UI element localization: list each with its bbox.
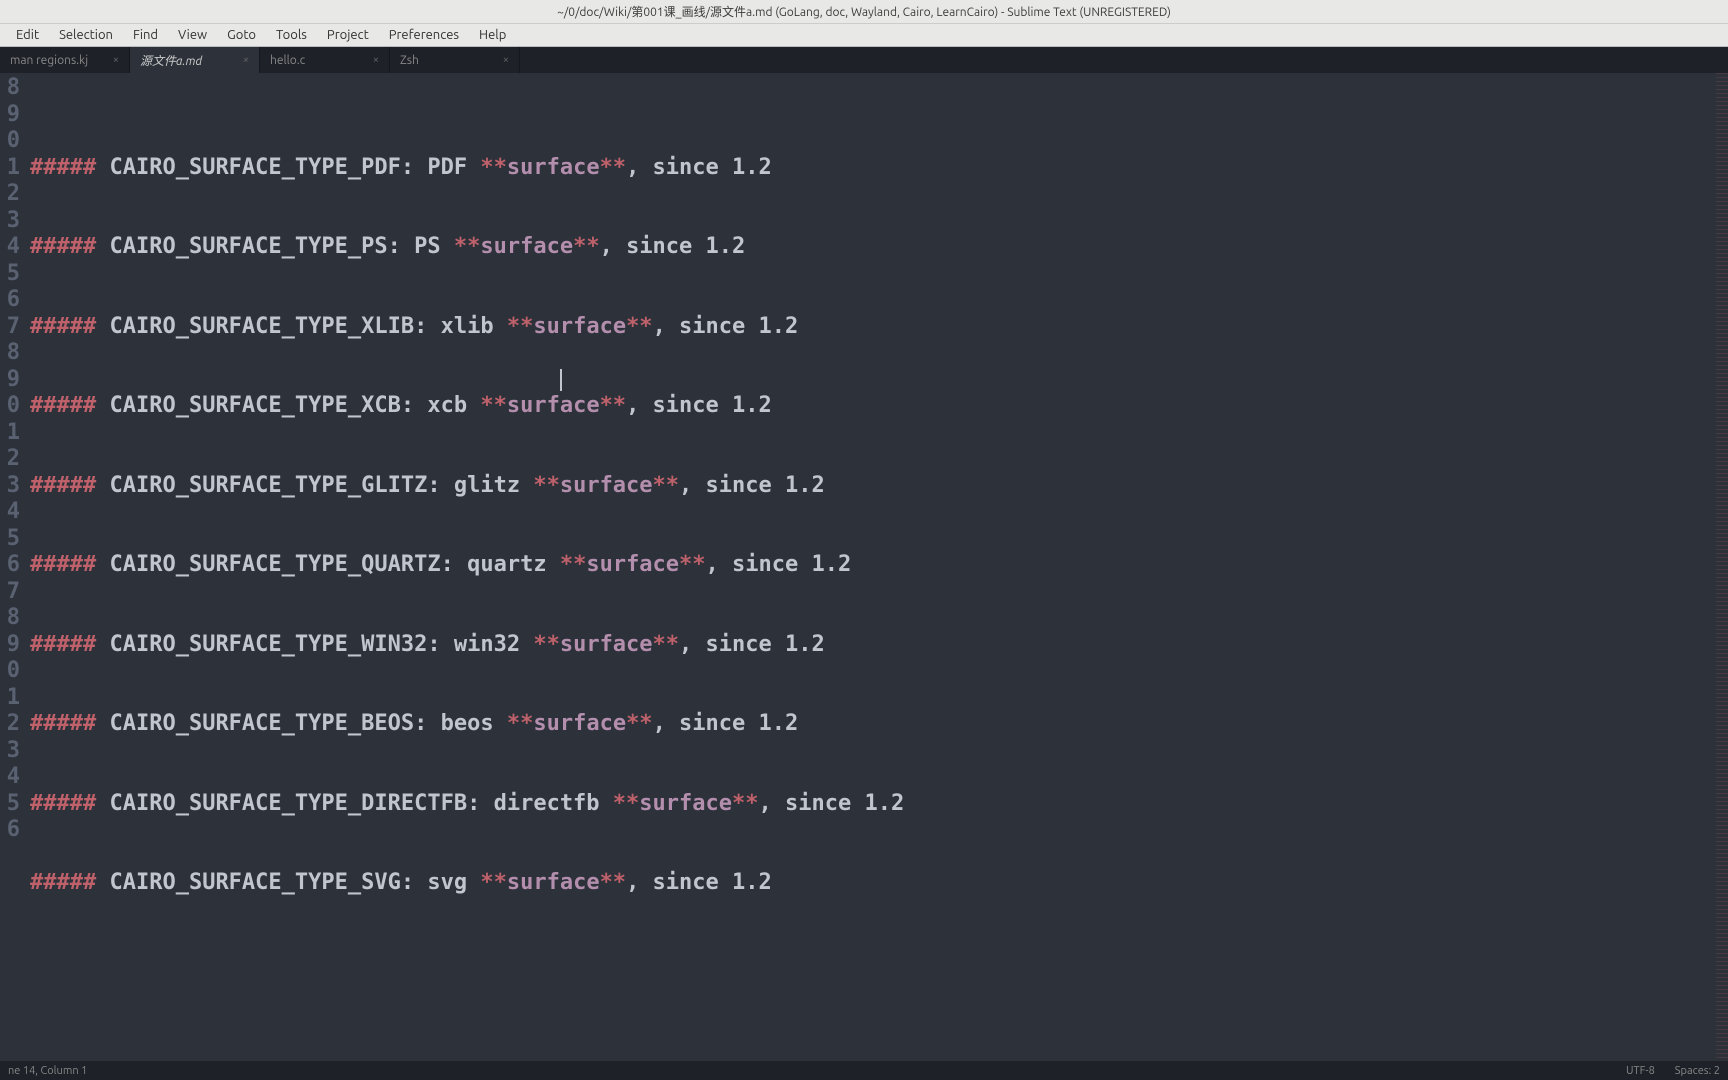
status-bar: ne 14, Column 1 UTF-8 Spaces: 2 xyxy=(0,1061,1728,1080)
code-line[interactable]: ##### CAIRO_SURFACE_TYPE_PDF: PDF **surf… xyxy=(30,155,1710,182)
code-line[interactable] xyxy=(30,579,1710,606)
line-number: 4 xyxy=(0,764,20,791)
status-position[interactable]: ne 14, Column 1 xyxy=(8,1065,1626,1077)
line-number: 4 xyxy=(0,499,20,526)
line-number: 6 xyxy=(0,287,20,314)
tab-label: 源文件a.md xyxy=(140,52,202,69)
line-number: 9 xyxy=(0,102,20,129)
window-title: ~/0/doc/Wiki/第001课_画线/源文件a.md (GoLang, d… xyxy=(557,3,1171,20)
code-line[interactable] xyxy=(30,499,1710,526)
minimap[interactable] xyxy=(1710,73,1728,1061)
code-line[interactable] xyxy=(30,526,1710,553)
menu-tools[interactable]: Tools xyxy=(266,26,317,44)
code-line[interactable] xyxy=(30,817,1710,844)
close-icon[interactable]: × xyxy=(495,54,509,66)
tab-bar: man regions.kj × 源文件a.md × hello.c × Zsh… xyxy=(0,47,1728,73)
title-bar: ~/0/doc/Wiki/第001课_画线/源文件a.md (GoLang, d… xyxy=(0,0,1728,24)
code-line[interactable] xyxy=(30,897,1710,924)
line-number-gutter: 89012345678901234567890123456 xyxy=(0,73,20,1061)
status-encoding[interactable]: UTF-8 xyxy=(1626,1065,1655,1077)
close-icon[interactable]: × xyxy=(365,54,379,66)
code-line[interactable]: ##### CAIRO_SURFACE_TYPE_SVG: svg **surf… xyxy=(30,870,1710,897)
line-number: 0 xyxy=(0,393,20,420)
tab-label: hello.c xyxy=(270,54,305,67)
editor-content[interactable]: ##### CAIRO_SURFACE_TYPE_PDF: PDF **surf… xyxy=(20,73,1710,1061)
line-number: 3 xyxy=(0,473,20,500)
menu-selection[interactable]: Selection xyxy=(49,26,123,44)
code-line[interactable] xyxy=(30,181,1710,208)
line-number: 2 xyxy=(0,711,20,738)
code-line[interactable]: ##### CAIRO_SURFACE_TYPE_XLIB: xlib **su… xyxy=(30,314,1710,341)
line-number: 3 xyxy=(0,208,20,235)
line-number: 1 xyxy=(0,420,20,447)
code-line[interactable]: ##### CAIRO_SURFACE_TYPE_PS: PS **surfac… xyxy=(30,234,1710,261)
menu-bar[interactable]: File Edit Selection Find View Goto Tools… xyxy=(0,24,1728,47)
close-icon[interactable]: × xyxy=(105,54,119,66)
line-number: 5 xyxy=(0,791,20,818)
line-number: 7 xyxy=(0,314,20,341)
menu-project[interactable]: Project xyxy=(317,26,379,44)
code-line[interactable] xyxy=(30,208,1710,235)
line-number: 7 xyxy=(0,579,20,606)
code-line[interactable] xyxy=(30,658,1710,685)
menu-edit[interactable]: Edit xyxy=(6,26,49,44)
line-number: 8 xyxy=(0,340,20,367)
close-icon[interactable]: × xyxy=(235,54,249,66)
line-number: 6 xyxy=(0,552,20,579)
code-line[interactable] xyxy=(30,738,1710,765)
menu-help[interactable]: Help xyxy=(469,26,516,44)
menu-goto[interactable]: Goto xyxy=(217,26,266,44)
tab-man-regions[interactable]: man regions.kj × xyxy=(0,47,130,73)
code-line[interactable] xyxy=(30,764,1710,791)
line-number: 9 xyxy=(0,632,20,659)
line-number: 0 xyxy=(0,128,20,155)
tab-label: Zsh xyxy=(400,54,419,67)
line-number: 8 xyxy=(0,75,20,102)
line-number: 3 xyxy=(0,738,20,765)
tab-hello-c[interactable]: hello.c × xyxy=(260,47,390,73)
menu-find[interactable]: Find xyxy=(123,26,168,44)
code-line[interactable] xyxy=(30,685,1710,712)
tab-source-file-md[interactable]: 源文件a.md × xyxy=(130,47,260,73)
line-number: 2 xyxy=(0,446,20,473)
line-number: 0 xyxy=(0,658,20,685)
code-line[interactable] xyxy=(30,367,1710,394)
code-line[interactable] xyxy=(30,446,1710,473)
code-line[interactable]: ##### CAIRO_SURFACE_TYPE_BEOS: beos **su… xyxy=(30,711,1710,738)
status-spaces[interactable]: Spaces: 2 xyxy=(1675,1065,1720,1077)
code-line[interactable] xyxy=(30,844,1710,871)
editor-container: 89012345678901234567890123456 ##### CAIR… xyxy=(0,73,1728,1061)
tab-zsh[interactable]: Zsh × xyxy=(390,47,520,73)
line-number: 2 xyxy=(0,181,20,208)
code-line[interactable]: ##### CAIRO_SURFACE_TYPE_WIN32: win32 **… xyxy=(30,632,1710,659)
line-number: 6 xyxy=(0,817,20,844)
line-number: 1 xyxy=(0,685,20,712)
code-line[interactable] xyxy=(30,261,1710,288)
code-line[interactable] xyxy=(30,605,1710,632)
menu-view[interactable]: View xyxy=(168,26,217,44)
line-number: 8 xyxy=(0,605,20,632)
code-line[interactable]: ##### CAIRO_SURFACE_TYPE_DIRECTFB: direc… xyxy=(30,791,1710,818)
code-line[interactable] xyxy=(30,287,1710,314)
tab-label: man regions.kj xyxy=(10,54,88,67)
line-number: 5 xyxy=(0,526,20,553)
code-line[interactable]: ##### CAIRO_SURFACE_TYPE_GLITZ: glitz **… xyxy=(30,473,1710,500)
line-number: 4 xyxy=(0,234,20,261)
code-line[interactable] xyxy=(30,340,1710,367)
code-line[interactable] xyxy=(30,420,1710,447)
code-line[interactable]: ##### CAIRO_SURFACE_TYPE_QUARTZ: quartz … xyxy=(30,552,1710,579)
line-number: 9 xyxy=(0,367,20,394)
code-line[interactable]: ##### CAIRO_SURFACE_TYPE_XCB: xcb **surf… xyxy=(30,393,1710,420)
menu-preferences[interactable]: Preferences xyxy=(379,26,469,44)
text-cursor-icon xyxy=(560,369,562,391)
line-number: 1 xyxy=(0,155,20,182)
line-number: 5 xyxy=(0,261,20,288)
